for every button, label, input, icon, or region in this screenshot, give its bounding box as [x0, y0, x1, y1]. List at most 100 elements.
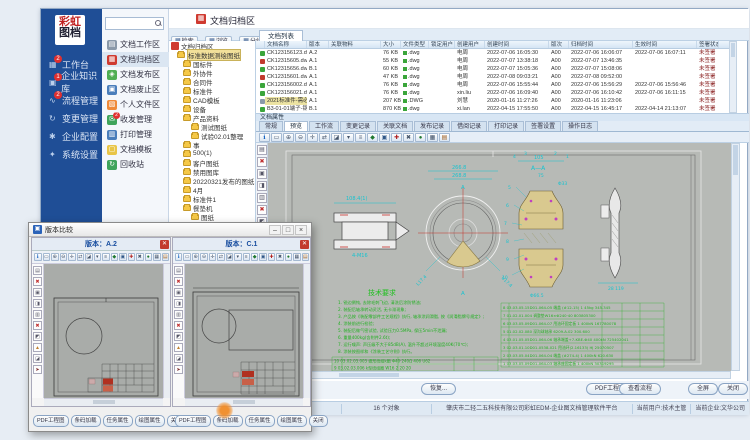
pane-toolbar-icon[interactable]: ▾	[94, 253, 102, 261]
compare-button[interactable]: 绘图属性	[135, 415, 165, 427]
pane-toolbar-icon[interactable]: ●	[285, 253, 292, 261]
preview-side-icon[interactable]: ▥	[257, 193, 267, 203]
canvas-hscroll[interactable]	[268, 371, 731, 379]
pane-left-hscroll[interactable]	[44, 398, 163, 406]
nav-item[interactable]: ↻ 变更管理	[41, 109, 102, 127]
table-row[interactable]: CK123156021.dwg A.1 76 KB .dwg xin.liu 2…	[256, 89, 729, 97]
preview-side-icon[interactable]: ◨	[257, 181, 267, 191]
pane-side-icon[interactable]: ▥	[174, 310, 183, 319]
pane-toolbar-icon[interactable]: ✛	[68, 253, 76, 261]
menu-item[interactable]: ▧ 个人文件区	[102, 97, 169, 112]
props-tab[interactable]: 预览	[284, 121, 308, 131]
nav-item[interactable]: ∿ 流程管理 2	[41, 91, 102, 109]
pane-toolbar-icon[interactable]: ≡	[243, 253, 250, 261]
compare-button[interactable]: PDF工程图	[175, 415, 211, 427]
preview-toolbar-icon[interactable]: ⊖	[295, 133, 306, 142]
props-tab[interactable]: 关联文档	[377, 121, 413, 131]
pane-toolbar-icon[interactable]: ▤	[302, 253, 309, 261]
compare-button[interactable]: PDF工程图	[33, 415, 69, 427]
compare-button[interactable]: 绘图属性	[277, 415, 307, 427]
compare-button[interactable]: 条码加载	[213, 415, 243, 427]
pane-side-icon[interactable]: ➤	[174, 365, 183, 374]
props-tab[interactable]: 发布记录	[414, 121, 450, 131]
column-header[interactable]: 创建时间	[485, 41, 549, 48]
preview-toolbar-icon[interactable]: ≡	[355, 133, 366, 142]
menu-item[interactable]: ◈ 文档发布区	[102, 67, 169, 82]
table-row[interactable]: CK12315601.dwg A.1 47 KB .dwg 电周 2022-07…	[256, 73, 729, 81]
preview-toolbar-icon[interactable]: ▾	[343, 133, 354, 142]
search-icon[interactable]	[154, 19, 163, 28]
preview-toolbar-icon[interactable]: ⇄	[319, 133, 330, 142]
preview-side-icon[interactable]: ▤	[257, 145, 267, 155]
menu-item[interactable]: ✉ 收发管理 2	[102, 112, 169, 127]
preview-toolbar-icon[interactable]: ▤	[439, 133, 450, 142]
table-row[interactable]: B3-01-01端子-钢丝.dwg B.1 870 KB .dwg xi.lan…	[256, 105, 729, 113]
pane-right-close-icon[interactable]: ✕	[300, 240, 309, 249]
tree-item[interactable]: 试验02.01整理	[169, 131, 255, 140]
minimize-icon[interactable]: –	[269, 225, 281, 235]
menu-item[interactable]: ▢ 文档模板	[102, 142, 169, 157]
column-header[interactable]: 签署状态	[697, 41, 719, 48]
pane-toolbar-icon[interactable]: ▭	[183, 253, 190, 261]
list-scrollbar[interactable]	[729, 41, 737, 113]
pane-toolbar-icon[interactable]: ⊕	[51, 253, 59, 261]
pane-side-icon[interactable]: ✖	[174, 321, 183, 330]
menu-item[interactable]: ▥ 打印管理	[102, 127, 169, 142]
pane-toolbar-icon[interactable]: ⇄	[217, 253, 224, 261]
compare-titlebar[interactable]: ▣ 版本比较 – □ ×	[29, 223, 311, 237]
column-header[interactable]: 关联物料	[329, 41, 381, 48]
pane-toolbar-icon[interactable]: ▣	[259, 253, 266, 261]
pane-side-icon[interactable]: ▤	[174, 266, 183, 275]
maximize-icon[interactable]: □	[282, 225, 294, 235]
pane-side-icon[interactable]: ◩	[174, 332, 183, 341]
nav-item[interactable]: ✦ 系统设置	[41, 145, 102, 163]
preview-toolbar-icon[interactable]: ✛	[307, 133, 318, 142]
pane-toolbar-icon[interactable]: ⊖	[200, 253, 207, 261]
pane-toolbar-icon[interactable]: ⊕	[192, 253, 199, 261]
column-header[interactable]: 版本	[307, 41, 329, 48]
preview-toolbar-icon[interactable]: ●	[415, 133, 426, 142]
pane-side-icon[interactable]: ➤	[33, 365, 42, 374]
nav-item[interactable]: ✱ 企业配置	[41, 127, 102, 145]
compare-button[interactable]: 关闭	[309, 415, 328, 427]
preview-side-icon[interactable]: ✖	[257, 157, 267, 167]
pane-side-icon[interactable]: ◨	[33, 299, 42, 308]
pane-toolbar-icon[interactable]: ▦	[293, 253, 300, 261]
close-icon[interactable]: ×	[295, 225, 307, 235]
pane-toolbar-icon[interactable]: ▤	[162, 253, 170, 261]
pane-side-icon[interactable]: ✖	[33, 321, 42, 330]
preview-toolbar-icon[interactable]: ▦	[427, 133, 438, 142]
nav-item[interactable]: ▣ 企业知识库 1	[41, 73, 102, 91]
cad-canvas[interactable]: 108.4(1) 4-M16 266.8 268.8 A	[268, 143, 731, 371]
pane-toolbar-icon[interactable]: ✛	[209, 253, 216, 261]
pane-toolbar-icon[interactable]: ✚	[268, 253, 275, 261]
pane-side-icon[interactable]: ▣	[33, 288, 42, 297]
pane-toolbar-icon[interactable]: ◪	[85, 253, 93, 261]
tree-item[interactable]: 事	[169, 140, 255, 149]
tree-item[interactable]: CAD模板	[169, 95, 255, 104]
pane-toolbar-icon[interactable]: ◪	[226, 253, 233, 261]
preview-toolbar-icon[interactable]: ◆	[367, 133, 378, 142]
props-tab[interactable]: 打印记录	[488, 121, 524, 131]
tab-document-list[interactable]: 文档列表	[259, 30, 303, 41]
table-row[interactable]: CK12315605.dwg A.1 55 KB .dwg 电周 2022-07…	[256, 57, 729, 65]
menu-item[interactable]: ▣ 文档废止区	[102, 82, 169, 97]
props-tab[interactable]: 借阅记录	[451, 121, 487, 131]
column-header[interactable]: 大小	[381, 41, 401, 48]
pane-left-canvas[interactable]	[44, 264, 163, 398]
preview-toolbar-icon[interactable]: ▭	[271, 133, 282, 142]
table-row[interactable]: CK123156002.dwg A.1 76 KB .dwg 电周 2022-0…	[256, 81, 729, 89]
pane-toolbar-icon[interactable]: ▣	[119, 253, 127, 261]
pane-toolbar-icon[interactable]: ▭	[43, 253, 51, 261]
pane-toolbar-icon[interactable]: ℹ	[175, 253, 182, 261]
pane-side-icon[interactable]: ◪	[174, 354, 183, 363]
fullscreen-button[interactable]: 全屏	[688, 383, 718, 395]
pane-toolbar-icon[interactable]: ◆	[111, 253, 119, 261]
pane-left-close-icon[interactable]: ✕	[160, 240, 169, 249]
pane-side-icon[interactable]: ◪	[33, 354, 42, 363]
column-header[interactable]: 创建用户	[455, 41, 485, 48]
preview-toolbar-icon[interactable]: ℹ	[259, 133, 270, 142]
canvas-vscroll[interactable]	[731, 143, 740, 371]
preview-toolbar-icon[interactable]: ▣	[379, 133, 390, 142]
table-row[interactable]: CK123156123.dwg A.2 76 KB .dwg 电周 2022-0…	[256, 49, 729, 57]
